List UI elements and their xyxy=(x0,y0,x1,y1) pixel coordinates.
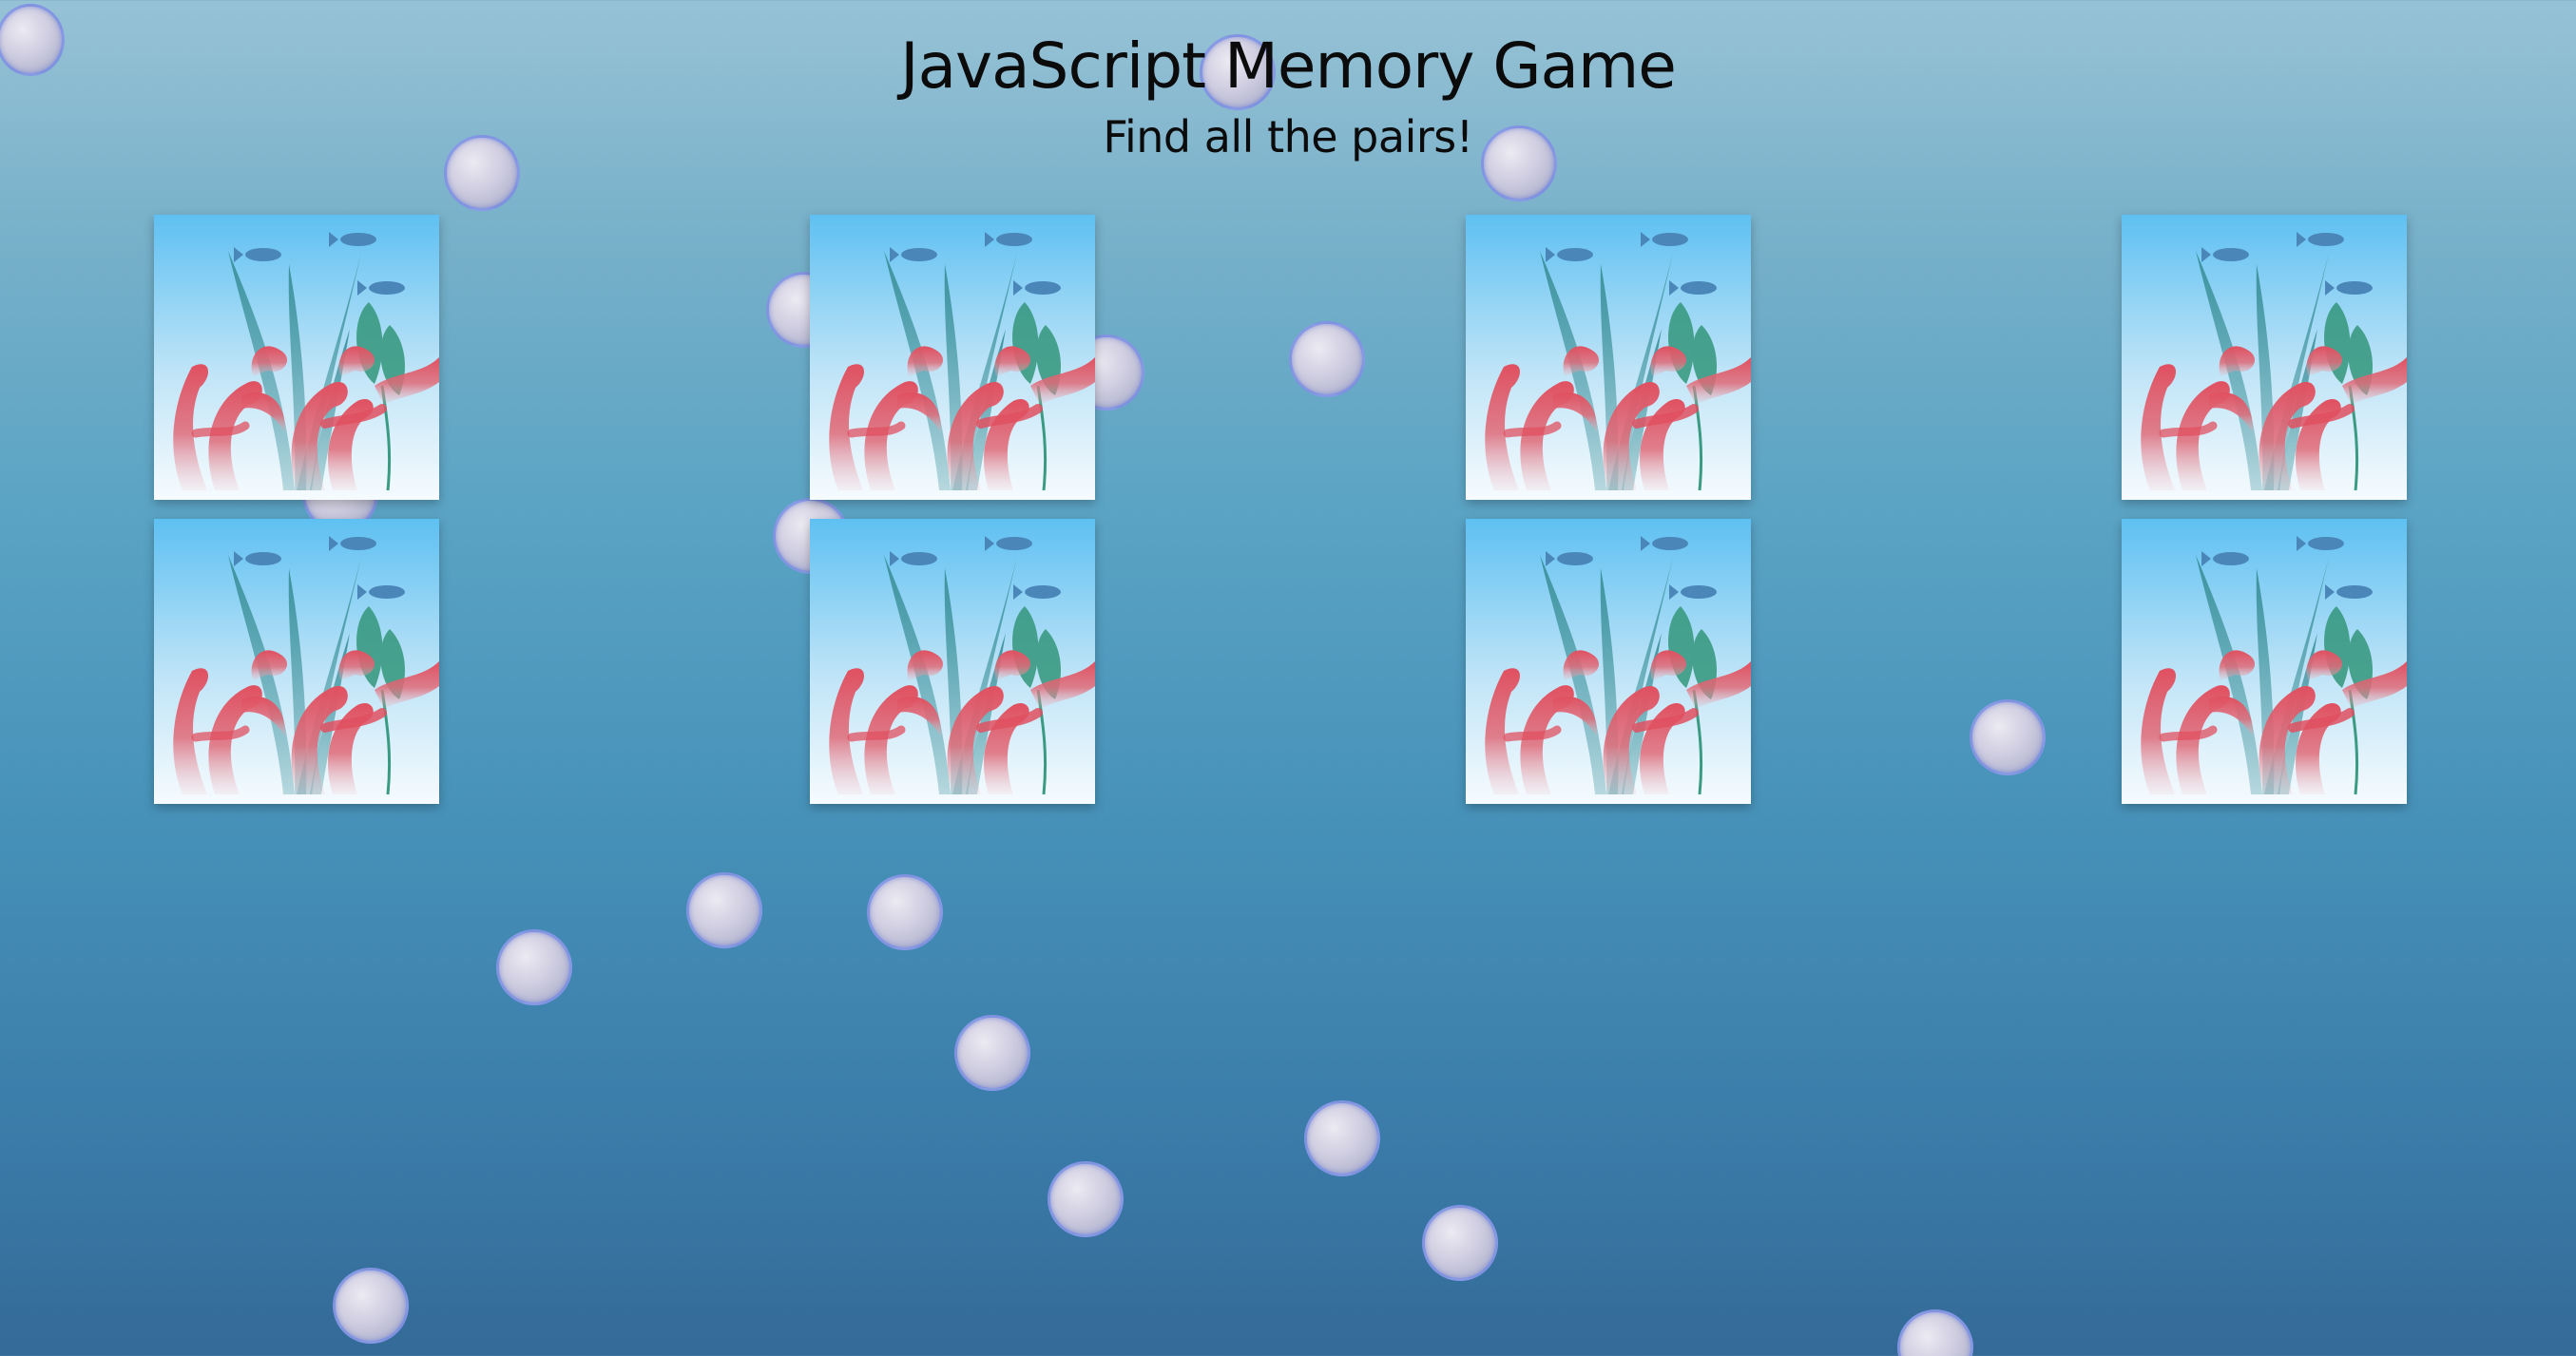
memory-card[interactable] xyxy=(810,519,1095,804)
bubble-icon xyxy=(1897,1309,1973,1356)
memory-card[interactable] xyxy=(154,215,439,500)
memory-card[interactable] xyxy=(2122,519,2407,804)
coral-reef-card-back-icon xyxy=(810,215,1095,500)
page-subtitle: Find all the pairs! xyxy=(1103,111,1473,162)
coral-reef-card-back-icon xyxy=(2122,519,2407,804)
game-board xyxy=(154,215,2407,804)
bubble-icon xyxy=(1304,1100,1380,1176)
memory-card[interactable] xyxy=(1466,519,1751,804)
memory-card[interactable] xyxy=(2122,215,2407,500)
coral-reef-card-back-icon xyxy=(154,519,439,804)
memory-card[interactable] xyxy=(154,519,439,804)
bubble-icon xyxy=(496,929,572,1005)
memory-card[interactable] xyxy=(1466,215,1751,500)
bubble-icon xyxy=(867,874,943,950)
game-header: JavaScript Memory Game Find all the pair… xyxy=(0,29,2576,165)
coral-reef-card-back-icon xyxy=(2122,215,2407,500)
coral-reef-card-back-icon xyxy=(1466,519,1751,804)
bubble-icon xyxy=(954,1015,1030,1091)
bubble-icon xyxy=(1422,1205,1498,1281)
coral-reef-card-back-icon xyxy=(1466,215,1751,500)
bubble-icon xyxy=(1048,1161,1124,1237)
bubble-icon xyxy=(686,872,762,948)
coral-reef-card-back-icon xyxy=(154,215,439,500)
memory-card[interactable] xyxy=(810,215,1095,500)
bubble-icon xyxy=(333,1268,409,1344)
page-title: JavaScript Memory Game xyxy=(900,29,1677,103)
coral-reef-card-back-icon xyxy=(810,519,1095,804)
